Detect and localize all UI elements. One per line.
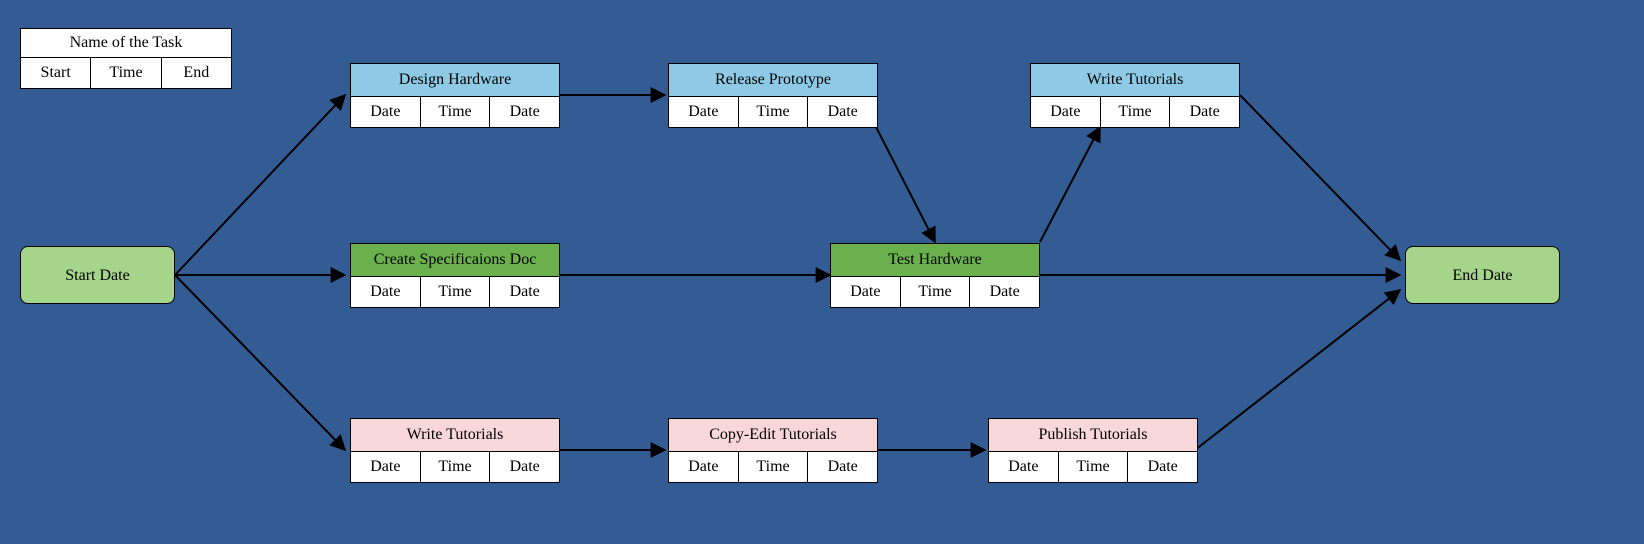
- task-publish-tutorials: Publish Tutorials Date Time Date: [988, 418, 1198, 483]
- legend-start-cell: Start: [21, 58, 90, 88]
- task-title: Write Tutorials: [351, 419, 559, 452]
- task-end-cell: Date: [1169, 97, 1239, 127]
- legend-box: Name of the Task Start Time End: [20, 28, 232, 89]
- task-time-cell: Time: [1058, 452, 1128, 482]
- task-end-cell: Date: [1127, 452, 1197, 482]
- task-end-cell: Date: [969, 277, 1039, 307]
- task-time-cell: Time: [738, 452, 808, 482]
- task-title: Release Prototype: [669, 64, 877, 97]
- task-start-cell: Date: [989, 452, 1058, 482]
- task-time-cell: Time: [1100, 97, 1170, 127]
- end-node-label: End Date: [1406, 247, 1559, 305]
- task-start-cell: Date: [1031, 97, 1100, 127]
- task-body: Date Time Date: [831, 277, 1039, 307]
- task-title: Write Tutorials: [1031, 64, 1239, 97]
- task-create-spec: Create Specificaions Doc Date Time Date: [350, 243, 560, 308]
- task-test-hardware: Test Hardware Date Time Date: [830, 243, 1040, 308]
- task-body: Date Time Date: [669, 452, 877, 482]
- task-write-tutorials-bottom: Write Tutorials Date Time Date: [350, 418, 560, 483]
- task-end-cell: Date: [807, 97, 877, 127]
- task-end-cell: Date: [489, 452, 559, 482]
- task-release-prototype: Release Prototype Date Time Date: [668, 63, 878, 128]
- task-body: Date Time Date: [351, 452, 559, 482]
- task-time-cell: Time: [900, 277, 970, 307]
- legend-subrow: Start Time End: [21, 58, 231, 88]
- end-node: End Date: [1405, 246, 1560, 304]
- task-end-cell: Date: [807, 452, 877, 482]
- task-time-cell: Time: [420, 97, 490, 127]
- task-title: Design Hardware: [351, 64, 559, 97]
- task-design-hardware: Design Hardware Date Time Date: [350, 63, 560, 128]
- task-title: Copy-Edit Tutorials: [669, 419, 877, 452]
- task-title: Publish Tutorials: [989, 419, 1197, 452]
- task-body: Date Time Date: [669, 97, 877, 127]
- task-start-cell: Date: [351, 452, 420, 482]
- task-start-cell: Date: [351, 277, 420, 307]
- task-body: Date Time Date: [351, 97, 559, 127]
- task-time-cell: Time: [420, 277, 490, 307]
- legend-title: Name of the Task: [21, 29, 231, 58]
- task-body: Date Time Date: [351, 277, 559, 307]
- task-title: Test Hardware: [831, 244, 1039, 277]
- task-start-cell: Date: [669, 97, 738, 127]
- legend-end-cell: End: [161, 58, 231, 88]
- pert-diagram: Name of the Task Start Time End Start Da…: [0, 0, 1644, 544]
- task-title: Create Specificaions Doc: [351, 244, 559, 277]
- task-start-cell: Date: [351, 97, 420, 127]
- task-start-cell: Date: [831, 277, 900, 307]
- task-time-cell: Time: [738, 97, 808, 127]
- task-start-cell: Date: [669, 452, 738, 482]
- start-node-label: Start Date: [21, 247, 174, 305]
- task-end-cell: Date: [489, 97, 559, 127]
- legend-time-cell: Time: [90, 58, 160, 88]
- task-body: Date Time Date: [989, 452, 1197, 482]
- start-node: Start Date: [20, 246, 175, 304]
- task-time-cell: Time: [420, 452, 490, 482]
- task-write-tutorials-top: Write Tutorials Date Time Date: [1030, 63, 1240, 128]
- task-body: Date Time Date: [1031, 97, 1239, 127]
- task-end-cell: Date: [489, 277, 559, 307]
- task-copy-edit: Copy-Edit Tutorials Date Time Date: [668, 418, 878, 483]
